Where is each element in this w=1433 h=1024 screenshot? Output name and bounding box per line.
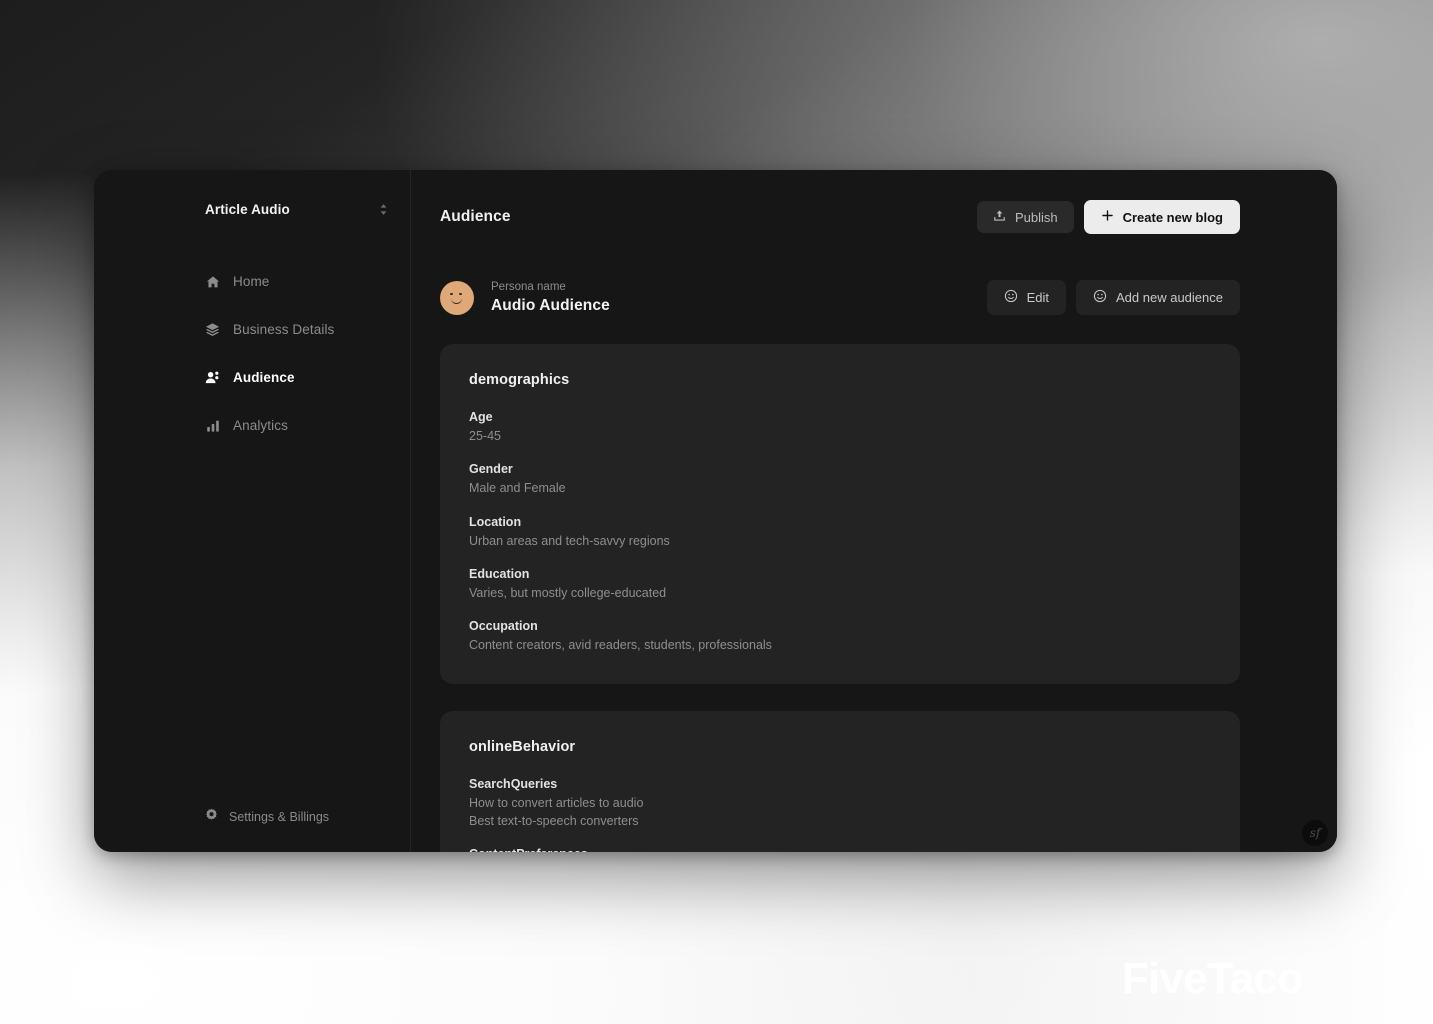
main-header: Audience Publish Create new blog bbox=[411, 170, 1337, 234]
gear-icon bbox=[205, 808, 218, 826]
persona-actions: Edit Add new audience bbox=[986, 280, 1240, 315]
bar-chart-icon bbox=[205, 418, 220, 433]
persona-info: Persona name Audio Audience bbox=[440, 280, 610, 315]
edit-label: Edit bbox=[1026, 290, 1050, 305]
field-search-queries: SearchQueries How to convert articles to… bbox=[469, 777, 1211, 830]
home-icon bbox=[205, 274, 220, 289]
sidebar-item-label: Business Details bbox=[233, 322, 335, 337]
field-value: Male and Female bbox=[469, 481, 566, 496]
field-education: Education Varies, but mostly college-edu… bbox=[469, 567, 1211, 602]
sidebar-item-business-details[interactable]: Business Details bbox=[94, 317, 410, 342]
sidebar-item-label: Home bbox=[233, 274, 270, 289]
add-new-audience-label: Add new audience bbox=[1116, 290, 1223, 305]
settings-billings-label: Settings & Billings bbox=[229, 810, 330, 824]
workspace-switcher[interactable]: Article Audio bbox=[94, 197, 410, 221]
field-value: Varies, but mostly college-educated bbox=[469, 585, 667, 600]
persona-row: Persona name Audio Audience Edit Add new… bbox=[411, 234, 1337, 315]
edit-button[interactable]: Edit bbox=[986, 280, 1067, 315]
plus-icon bbox=[1101, 209, 1114, 225]
fivetaco-watermark: FiveTaco bbox=[1121, 954, 1304, 1003]
sidebar: Article Audio Home Business Details Audi… bbox=[94, 170, 411, 852]
sidebar-item-label: Audience bbox=[233, 370, 295, 385]
field-location: Location Urban areas and tech-savvy regi… bbox=[469, 515, 1211, 550]
publish-label: Publish bbox=[1014, 209, 1058, 225]
upload-icon bbox=[993, 209, 1006, 225]
sidebar-footer: Settings & Billings bbox=[94, 808, 410, 852]
sidebar-item-label: Analytics bbox=[233, 418, 288, 433]
field-label: Location bbox=[469, 514, 522, 529]
sidebar-item-audience[interactable]: Audience bbox=[94, 365, 410, 390]
smiley-icon bbox=[1004, 289, 1018, 306]
smiley-icon bbox=[1093, 289, 1107, 306]
sidebar-nav: Home Business Details Audience Analytics bbox=[94, 269, 410, 461]
card-title: demographics bbox=[469, 372, 570, 388]
field-gender: Gender Male and Female bbox=[469, 462, 1211, 497]
field-value: 25-45 bbox=[469, 429, 501, 443]
field-label: SearchQueries bbox=[469, 777, 558, 792]
sidebar-item-home[interactable]: Home bbox=[94, 269, 410, 294]
persona-name-label: Persona name bbox=[491, 280, 566, 293]
app-window: Article Audio Home Business Details Audi… bbox=[94, 170, 1337, 852]
field-content-preferences: ContentPreferences bbox=[469, 847, 1211, 852]
header-actions: Publish Create new blog bbox=[976, 200, 1240, 234]
field-value: How to convert articles to audio Best te… bbox=[469, 796, 644, 828]
sidebar-item-analytics[interactable]: Analytics bbox=[94, 413, 410, 438]
field-label: Occupation bbox=[469, 619, 538, 633]
field-label: Age bbox=[469, 410, 493, 424]
field-label: Education bbox=[469, 566, 530, 581]
avatar-smile bbox=[451, 298, 462, 304]
avatar-eye-left bbox=[450, 292, 453, 296]
brand-badge[interactable]: sf bbox=[1302, 820, 1328, 846]
demographics-card: demographics Age 25-45 Gender Male and F… bbox=[440, 344, 1240, 685]
publish-button[interactable]: Publish bbox=[976, 201, 1074, 233]
field-age: Age 25-45 bbox=[469, 410, 1211, 445]
field-label: Gender bbox=[469, 462, 513, 477]
chevron-up-down-icon[interactable] bbox=[379, 203, 388, 216]
avatar-eye-right bbox=[459, 292, 462, 296]
main-content: Audience Publish Create new blog Persona… bbox=[411, 170, 1337, 852]
sidebar-item-settings-billings[interactable]: Settings & Billings bbox=[205, 808, 410, 826]
workspace-name: Article Audio bbox=[205, 201, 290, 217]
page-background: FiveTaco Article Audio Home Business Det… bbox=[0, 0, 1433, 1024]
card-title: onlineBehavior bbox=[469, 739, 576, 756]
create-new-blog-label: Create new blog bbox=[1122, 209, 1223, 225]
field-occupation: Occupation Content creators, avid reader… bbox=[469, 619, 1211, 654]
add-new-audience-button[interactable]: Add new audience bbox=[1076, 280, 1240, 315]
cards-container: demographics Age 25-45 Gender Male and F… bbox=[411, 315, 1337, 852]
create-new-blog-button[interactable]: Create new blog bbox=[1083, 200, 1240, 234]
layers-icon bbox=[205, 322, 220, 337]
online-behavior-card: onlineBehavior SearchQueries How to conv… bbox=[440, 711, 1240, 852]
field-value: Content creators, avid readers, students… bbox=[469, 638, 772, 652]
field-value: Urban areas and tech-savvy regions bbox=[469, 533, 670, 548]
persona-name-value: Audio Audience bbox=[491, 296, 610, 314]
page-title: Audience bbox=[440, 208, 511, 225]
field-label: ContentPreferences bbox=[469, 847, 1211, 852]
avatar bbox=[440, 280, 474, 315]
users-icon bbox=[205, 370, 220, 385]
persona-text: Persona name Audio Audience bbox=[491, 281, 610, 315]
